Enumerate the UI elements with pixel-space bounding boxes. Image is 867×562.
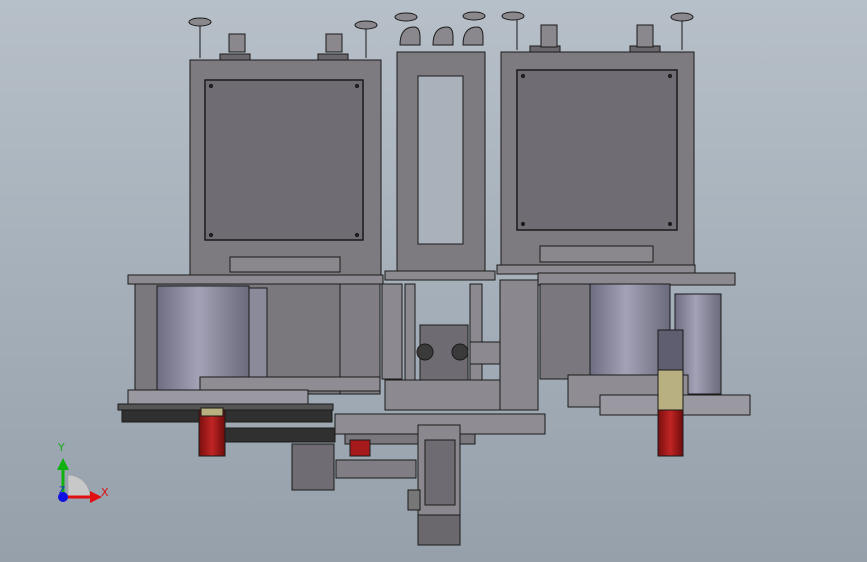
lower-left-section [117,283,381,491]
x-axis-label: X [101,486,109,499]
right-cabinet [500,45,695,268]
cad-viewport[interactable]: Y X Z [0,0,867,562]
coordinate-triad [40,440,120,510]
machine-assembly-model[interactable] [0,0,867,562]
coordinate-triad-icon [57,458,102,503]
left-cabinet [189,53,382,276]
y-axis-label: Y [58,441,65,454]
z-axis-label: Z [59,486,66,496]
top-fittings [188,11,694,58]
middle-cabinet [396,51,486,276]
lower-right-section [539,283,751,457]
